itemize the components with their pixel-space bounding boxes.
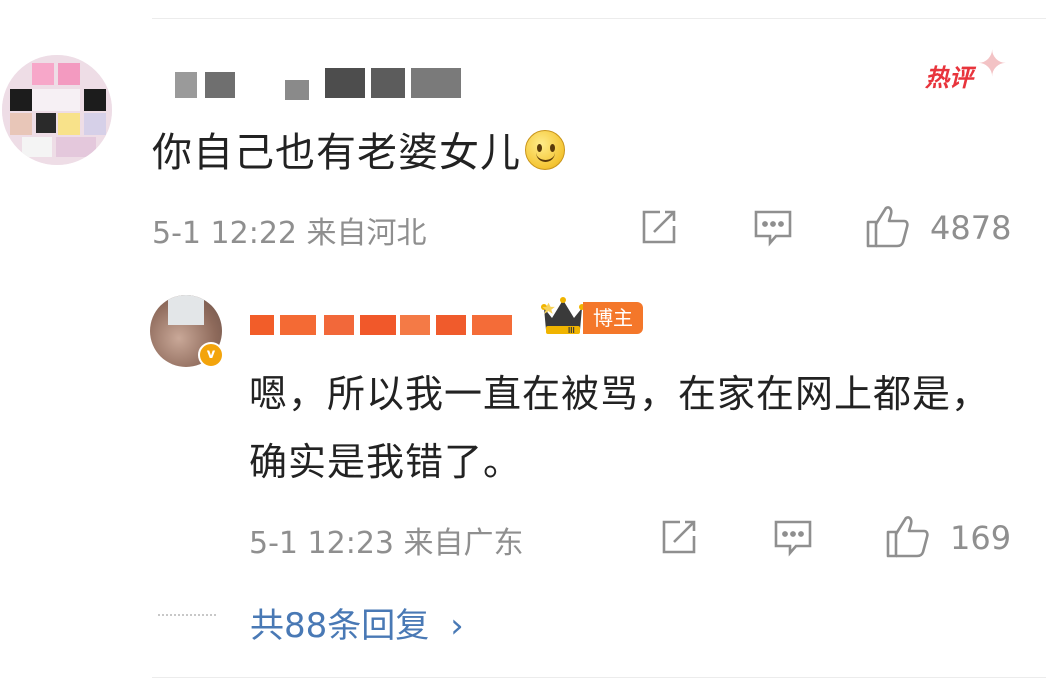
verified-badge: v [198, 342, 224, 368]
comment-location: 来自河北 [306, 216, 427, 251]
chevron-right-icon: › [450, 606, 464, 646]
commenter-avatar[interactable] [2, 55, 112, 165]
reply-location: 来自广东 [403, 526, 524, 561]
blogger-username-redacted[interactable] [250, 305, 530, 335]
comment-icon[interactable] [752, 206, 794, 248]
comment-time: 5-1 12:22 [152, 216, 297, 251]
reply-meta: 5-1 12:23 来自广东 [249, 518, 524, 562]
comment-text: 你自己也有老婆女儿 [152, 120, 565, 178]
smiley-emoji-icon [525, 130, 565, 170]
reply-text: 嗯，所以我一直在被骂，在家在网上都是，确实是我错了。 [249, 372, 991, 484]
reply-time: 5-1 12:23 [249, 526, 394, 561]
share-icon[interactable] [638, 206, 680, 248]
reply-share-icon[interactable] [658, 516, 700, 558]
blogger-badge: 博主 [583, 302, 643, 334]
reply-like-count: 169 [950, 519, 1012, 557]
more-replies-label: 共88条回复 [250, 606, 430, 646]
thumbs-up-icon[interactable] [864, 202, 912, 250]
reply-comment-icon[interactable] [772, 516, 814, 558]
view-more-replies-link[interactable]: 共88条回复 › [250, 598, 464, 647]
hot-comment-badge: ✦ 热评 [925, 44, 1008, 92]
comment-meta: 5-1 12:22 来自河北 [152, 208, 427, 252]
dotted-separator [158, 614, 216, 616]
avatar-redaction [168, 295, 204, 325]
svg-text:III: III [568, 326, 575, 335]
like-count: 4878 [930, 209, 1012, 247]
comment-body: 你自己也有老婆女儿 [152, 130, 521, 176]
reply-thumbs-up-icon[interactable] [884, 512, 932, 560]
bottom-divider [152, 677, 1046, 678]
commenter-username-redacted[interactable] [175, 62, 475, 102]
crown-icon: III [540, 296, 586, 336]
flame-icon: ✦ [977, 44, 1008, 85]
top-divider [152, 18, 1046, 19]
